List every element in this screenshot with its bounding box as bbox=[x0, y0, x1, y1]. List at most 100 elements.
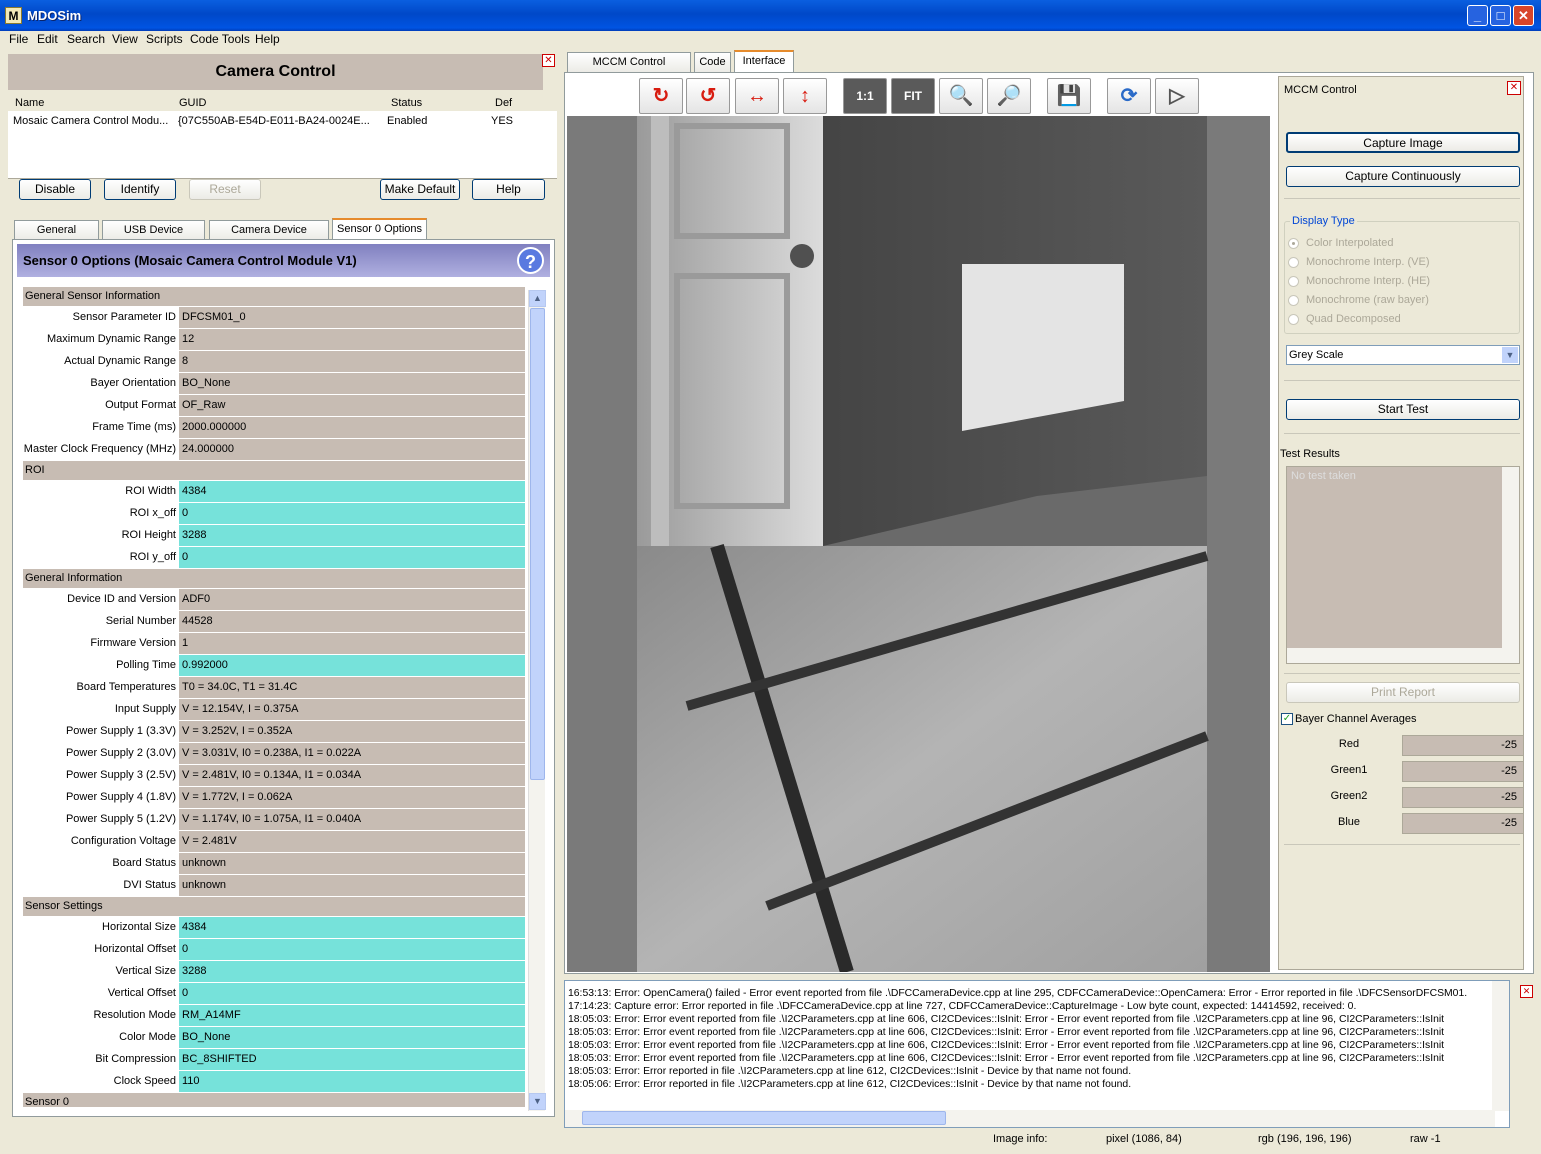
close-window-button[interactable]: ✕ bbox=[1513, 5, 1534, 26]
mccm-control-title: MCCM Control bbox=[1284, 84, 1357, 96]
tab-camera-device-options[interactable]: Camera Device Options bbox=[209, 220, 329, 254]
property-value[interactable]: 0.992000 bbox=[179, 655, 525, 676]
log-line: 18:05:03: Error: Error event reported fr… bbox=[568, 1040, 1445, 1051]
property-row: Power Supply 5 (1.2V) V = 1.174V, I0 = 1.… bbox=[23, 809, 525, 831]
property-value: DFCSM01_0 bbox=[179, 307, 525, 328]
test-results-box[interactable]: No test taken bbox=[1286, 466, 1520, 664]
camera-control-panel: Camera Control ✕ Name GUID Status Def Mo… bbox=[4, 50, 557, 1123]
property-label: Board Temperatures bbox=[23, 677, 179, 698]
property-value[interactable]: BC_8SHIFTED bbox=[179, 1049, 525, 1070]
property-value: V = 12.154V, I = 0.375A bbox=[179, 699, 525, 720]
section-header[interactable]: General Information bbox=[23, 569, 525, 589]
image-viewer[interactable] bbox=[567, 116, 1270, 972]
property-value[interactable]: RM_A14MF bbox=[179, 1005, 525, 1026]
actual-size-icon[interactable]: 1:1 bbox=[843, 78, 887, 114]
scroll-thumb[interactable] bbox=[582, 1111, 946, 1125]
bayer-checkbox[interactable]: ✓ bbox=[1281, 713, 1293, 725]
menu-search[interactable]: Search bbox=[67, 32, 105, 46]
capture-continuously-button[interactable]: Capture Continuously bbox=[1286, 166, 1520, 187]
property-value[interactable]: 4384 bbox=[179, 481, 525, 502]
grey-scale-select[interactable]: Grey Scale ▼ bbox=[1286, 345, 1520, 365]
rotate-cw-icon[interactable]: ↻ bbox=[639, 78, 683, 114]
tab-general-options[interactable]: General Options bbox=[14, 220, 99, 254]
tab-usb-device-options[interactable]: USB Device Options bbox=[102, 220, 205, 254]
property-row: Board Temperatures T0 = 34.0C, T1 = 31.4C bbox=[23, 677, 525, 699]
column-header-name[interactable]: Name bbox=[15, 97, 44, 109]
property-value[interactable]: 110 bbox=[179, 1071, 525, 1092]
interface-area: MCCM Control Overview Code Interface ↻↺↔… bbox=[563, 50, 1537, 1128]
tab-code[interactable]: Code bbox=[694, 52, 731, 72]
zoom-out-icon[interactable]: 🔎 bbox=[987, 78, 1031, 114]
section-label: Sensor Settings bbox=[25, 900, 103, 912]
tab-sensor-0-options[interactable]: Sensor 0 Options bbox=[332, 218, 427, 240]
section-header[interactable]: General Sensor Information bbox=[23, 287, 525, 307]
flip-horizontal-icon[interactable]: ↔ bbox=[735, 78, 779, 114]
property-value[interactable]: 3288 bbox=[179, 961, 525, 982]
column-header-guid[interactable]: GUID bbox=[179, 97, 207, 109]
scroll-up-icon[interactable]: ▲ bbox=[529, 290, 546, 307]
section-header[interactable]: Sensor 0 bbox=[23, 1093, 525, 1107]
close-icon[interactable]: ✕ bbox=[1507, 81, 1521, 95]
start-test-button[interactable]: Start Test bbox=[1286, 399, 1520, 420]
vertical-scrollbar[interactable] bbox=[1502, 467, 1519, 648]
scroll-thumb[interactable] bbox=[530, 308, 545, 780]
display-type-radio[interactable] bbox=[1288, 276, 1299, 287]
fit-icon[interactable]: FIT bbox=[891, 78, 935, 114]
menu-file[interactable]: File bbox=[9, 32, 28, 46]
display-type-radio[interactable] bbox=[1288, 238, 1299, 249]
scroll-down-icon[interactable]: ▼ bbox=[529, 1093, 546, 1110]
property-value[interactable]: 3288 bbox=[179, 525, 525, 546]
vertical-scrollbar[interactable] bbox=[1492, 981, 1509, 1111]
rotate-ccw-icon[interactable]: ↺ bbox=[686, 78, 730, 114]
camera-control-title: Camera Control bbox=[8, 54, 543, 90]
reset-button[interactable]: Reset bbox=[189, 179, 261, 200]
horizontal-scrollbar[interactable] bbox=[1287, 648, 1519, 663]
help-button[interactable]: Help bbox=[472, 179, 545, 200]
menu-scripts[interactable]: Scripts bbox=[146, 32, 183, 46]
identify-button[interactable]: Identify bbox=[104, 179, 176, 200]
property-value[interactable]: 0 bbox=[179, 503, 525, 524]
save-icon[interactable]: 💾 bbox=[1047, 78, 1091, 114]
property-value[interactable]: 0 bbox=[179, 547, 525, 568]
display-type-radio[interactable] bbox=[1288, 257, 1299, 268]
property-value[interactable]: 4384 bbox=[179, 917, 525, 938]
menu-help[interactable]: Help bbox=[255, 32, 280, 46]
menu-edit[interactable]: Edit bbox=[37, 32, 58, 46]
refresh-icon[interactable]: ⟳ bbox=[1107, 78, 1151, 114]
log-output[interactable]: 16:53:13: Error: OpenCamera() failed - E… bbox=[564, 980, 1510, 1128]
close-icon[interactable]: ✕ bbox=[542, 54, 555, 67]
display-type-radio[interactable] bbox=[1288, 314, 1299, 325]
menu-view[interactable]: View bbox=[112, 32, 138, 46]
column-header-status[interactable]: Status bbox=[391, 97, 422, 109]
print-report-button[interactable]: Print Report bbox=[1286, 682, 1520, 703]
make-default-button[interactable]: Make Default bbox=[380, 179, 460, 200]
vertical-scrollbar[interactable]: ▲ ▼ bbox=[528, 290, 546, 1111]
display-type-radio[interactable] bbox=[1288, 295, 1299, 306]
help-icon[interactable]: ? bbox=[517, 247, 544, 274]
tab-mccm-control-overview[interactable]: MCCM Control Overview bbox=[567, 52, 691, 86]
column-header-def[interactable]: Def bbox=[495, 97, 512, 109]
property-value: 12 bbox=[179, 329, 525, 350]
section-header[interactable]: ROI bbox=[23, 461, 525, 481]
maximize-button[interactable]: □ bbox=[1490, 5, 1511, 26]
chevron-down-icon[interactable]: ▼ bbox=[1502, 347, 1518, 363]
horizontal-scrollbar[interactable] bbox=[565, 1110, 1495, 1127]
close-icon[interactable]: ✕ bbox=[1520, 985, 1533, 998]
property-value: 44528 bbox=[179, 611, 525, 632]
property-row: Board Status unknown bbox=[23, 853, 525, 875]
capture-image-button[interactable]: Capture Image bbox=[1286, 132, 1520, 153]
module-status: Enabled bbox=[387, 115, 428, 127]
property-value[interactable]: 0 bbox=[179, 983, 525, 1004]
flip-vertical-icon[interactable]: ↕ bbox=[783, 78, 827, 114]
minimize-button[interactable]: _ bbox=[1467, 5, 1488, 26]
disable-button[interactable]: Disable bbox=[19, 179, 91, 200]
property-value: V = 3.031V, I0 = 0.238A, I1 = 0.022A bbox=[179, 743, 525, 764]
play-icon[interactable]: ▷ bbox=[1155, 78, 1199, 114]
tab-interface[interactable]: Interface bbox=[734, 50, 794, 72]
section-header[interactable]: Sensor Settings bbox=[23, 897, 525, 917]
menu-code-tools[interactable]: Code Tools bbox=[190, 32, 250, 46]
property-row: Output Format OF_Raw bbox=[23, 395, 525, 417]
zoom-in-icon[interactable]: 🔍 bbox=[939, 78, 983, 114]
property-value[interactable]: 0 bbox=[179, 939, 525, 960]
property-value[interactable]: BO_None bbox=[179, 1027, 525, 1048]
